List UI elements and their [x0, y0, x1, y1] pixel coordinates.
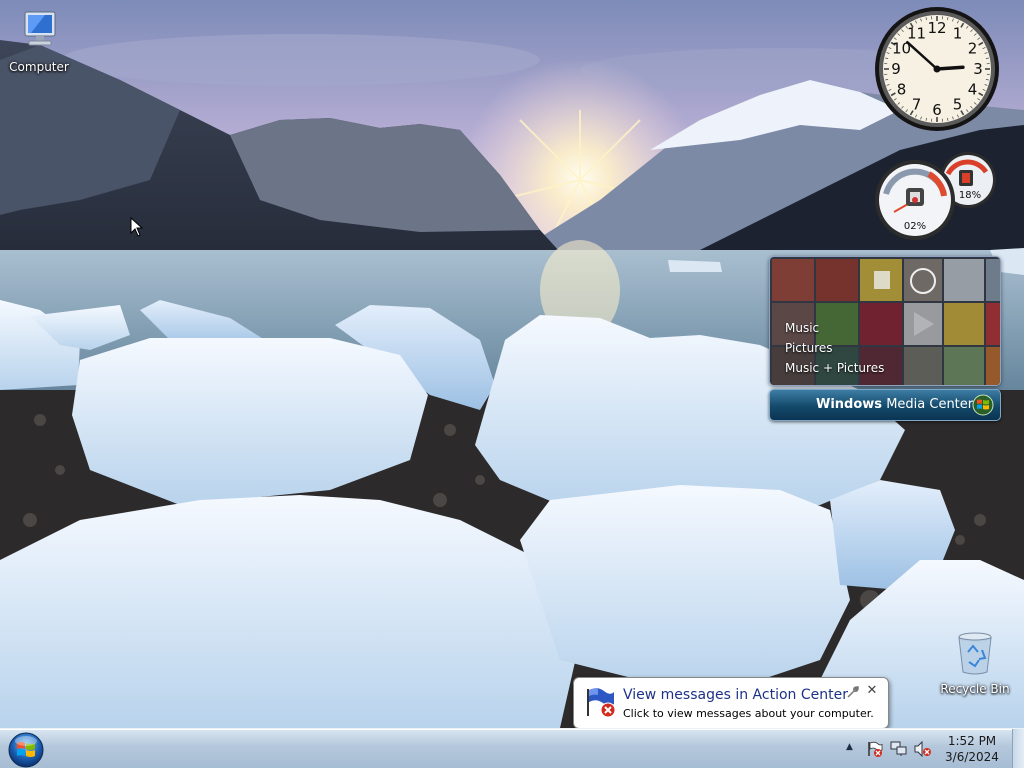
tray-time: 1:52 PM [947, 734, 997, 748]
wrench-icon[interactable] [846, 685, 860, 699]
system-tray: ▲ 1:52 PM 3/6/2024 [840, 729, 1024, 768]
media-center-menu-pictures[interactable]: Pictures [785, 338, 884, 358]
media-center-menu: Music Pictures Music + Pictures [785, 318, 884, 378]
media-center-brand-bold: Windows [816, 397, 883, 412]
clock-numeral: 3 [973, 60, 983, 78]
tray-date: 3/6/2024 [945, 750, 999, 764]
windows-orb-icon[interactable] [6, 731, 46, 768]
clock-numeral: 11 [907, 25, 926, 43]
action-center-flag-icon [587, 688, 616, 718]
clock-numeral: 1 [953, 25, 963, 43]
clock-numeral: 9 [891, 60, 901, 78]
show-hidden-icons-chevron-icon[interactable]: ▲ [846, 742, 858, 754]
desktop-icon-label: Computer [9, 60, 69, 74]
clock-numeral: 8 [897, 81, 907, 99]
media-center-brand-light: Media Center [886, 397, 974, 412]
windows-logo-icon [972, 394, 994, 416]
desktop-icon-computer[interactable]: Computer [3, 8, 75, 74]
balloon-text: Click to view messages about your comput… [623, 707, 874, 720]
tray-clock[interactable]: 1:52 PM 3/6/2024 [940, 733, 1004, 765]
action-center-flag-icon[interactable] [866, 741, 884, 757]
clock-numeral: 4 [968, 81, 978, 99]
cpu-percent-readout: 02% [904, 221, 926, 232]
memory-percent-readout: 18% [959, 190, 981, 201]
clock-numeral: 6 [932, 101, 942, 119]
network-icon[interactable] [890, 741, 908, 757]
clock-numeral: 2 [968, 40, 978, 58]
cpu-meter-gadget[interactable]: 02% 18% [874, 150, 1000, 242]
taskbar: ▲ 1:52 PM 3/6/2024 [0, 728, 1024, 768]
balloon-title[interactable]: View messages in Action Center [623, 687, 848, 703]
mouse-cursor-icon [130, 217, 144, 237]
show-desktop-button[interactable] [1012, 729, 1024, 768]
recycle-bin-icon [958, 632, 992, 675]
volume-muted-icon[interactable] [914, 741, 932, 757]
clock-numeral: 5 [953, 96, 963, 114]
desktop-icon-recycle-bin[interactable]: Recycle Bin [939, 630, 1011, 696]
media-center-launch-bar[interactable]: Windows Media Center [769, 389, 1001, 421]
media-center-menu-music[interactable]: Music [785, 318, 884, 338]
close-icon[interactable]: ✕ [865, 683, 879, 699]
media-center-brand: Windows Media Center [816, 397, 973, 412]
media-center-menu-music-pictures[interactable]: Music + Pictures [785, 358, 884, 378]
action-center-balloon[interactable]: View messages in Action Center Click to … [573, 677, 889, 742]
clock-numeral: 12 [927, 19, 946, 37]
computer-icon [24, 11, 56, 46]
clock-hour-hand [935, 65, 965, 71]
desktop-icon-label: Recycle Bin [940, 682, 1010, 696]
media-center-gadget[interactable]: Music Pictures Music + Pictures Windows … [769, 256, 1001, 422]
clock-gadget[interactable]: 12 1 2 3 4 5 6 7 8 9 10 11 [874, 6, 1000, 132]
clock-numeral: 7 [912, 96, 922, 114]
